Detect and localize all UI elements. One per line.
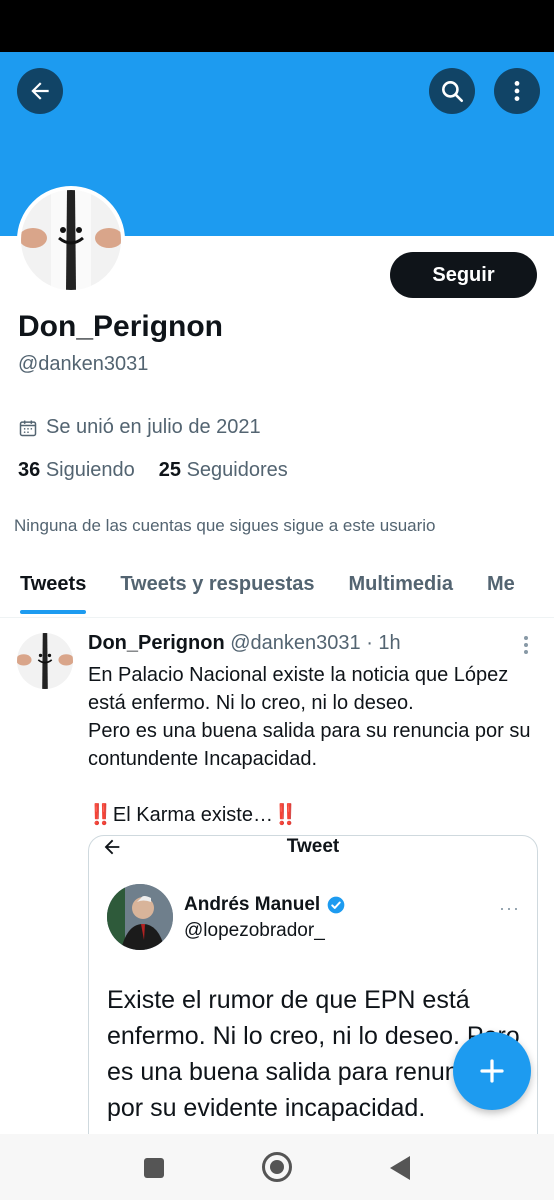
- following-link[interactable]: 36 Siguiendo: [18, 459, 135, 482]
- following-label: Siguiendo: [45, 459, 135, 481]
- mutual-followers-notice: Ninguna de las cuentas que sigues sigue …: [14, 516, 436, 535]
- tweet-karma-line: ‼️El Karma existe…‼️: [88, 801, 543, 829]
- quote-avatar: [107, 884, 173, 950]
- joined-text: Se unió en julio de 2021: [46, 416, 261, 438]
- back-triangle-icon[interactable]: [390, 1156, 410, 1180]
- tweet-line-1: En Palacio Nacional existe la noticia qu…: [88, 664, 509, 714]
- more-options-button[interactable]: [494, 68, 540, 114]
- tweet-avatar[interactable]: [17, 633, 73, 689]
- search-button[interactable]: [429, 68, 475, 114]
- tab-tweets-replies[interactable]: Tweets y respuestas: [120, 560, 314, 617]
- double-exclamation-icon: ‼️: [272, 804, 298, 826]
- double-exclamation-icon: ‼️: [88, 804, 113, 826]
- search-icon: [442, 81, 464, 103]
- karma-text: El Karma existe…: [112, 804, 273, 826]
- quote-handle: @lopezobrador_: [184, 920, 325, 941]
- following-count: 36: [18, 459, 41, 481]
- system-navigation-bar: [0, 1134, 554, 1200]
- home-icon[interactable]: [262, 1152, 292, 1182]
- verified-badge-icon: [327, 896, 345, 914]
- profile-avatar[interactable]: [17, 186, 125, 294]
- tab-likes[interactable]: Me: [487, 560, 515, 617]
- tweet-line-2: Pero es una buena salida para su renunci…: [88, 720, 531, 770]
- follow-stats: 36 Siguiendo 25 Seguidores: [18, 459, 288, 482]
- follow-button[interactable]: Seguir: [390, 252, 537, 298]
- compose-tweet-button[interactable]: [453, 1032, 531, 1110]
- profile-handle: @danken3031: [18, 353, 149, 375]
- profile-display-name: Don_Perignon: [18, 310, 224, 343]
- tweet-menu-button[interactable]: [516, 633, 536, 657]
- followers-count: 25: [158, 459, 182, 481]
- back-button[interactable]: [17, 68, 63, 114]
- tab-tweets[interactable]: Tweets: [20, 560, 87, 617]
- joined-date: Se unió en julio de 2021: [18, 416, 261, 439]
- tweet-header: Don_Perignon @danken3031 · 1h: [88, 632, 401, 655]
- calendar-icon: [19, 420, 37, 436]
- quote-author: Andrés Manuel: [184, 894, 346, 916]
- status-bar: [0, 0, 554, 52]
- quote-title: Tweet: [286, 836, 340, 857]
- tweet-author[interactable]: Don_Perignon: [88, 632, 225, 654]
- more-vertical-icon: [524, 636, 528, 654]
- quote-header: Tweet: [89, 836, 537, 866]
- followers-label: Seguidores: [186, 459, 288, 481]
- tab-media[interactable]: Multimedia: [349, 560, 453, 617]
- tweet-text: En Palacio Nacional existe la noticia qu…: [88, 661, 543, 829]
- more-vertical-icon: [514, 81, 520, 101]
- tweet-handle[interactable]: @danken3031: [230, 632, 360, 654]
- followers-link[interactable]: 25 Seguidores: [159, 459, 288, 482]
- recent-apps-icon[interactable]: [144, 1158, 164, 1178]
- profile-tabs: Tweets Tweets y respuestas Multimedia Me: [0, 560, 554, 618]
- quote-more-icon: ···: [499, 898, 520, 918]
- plus-icon: [480, 1059, 504, 1083]
- arrow-left-icon: [31, 82, 49, 100]
- quote-author-name: Andrés Manuel: [184, 894, 321, 915]
- tweet-time: · 1h: [366, 632, 401, 654]
